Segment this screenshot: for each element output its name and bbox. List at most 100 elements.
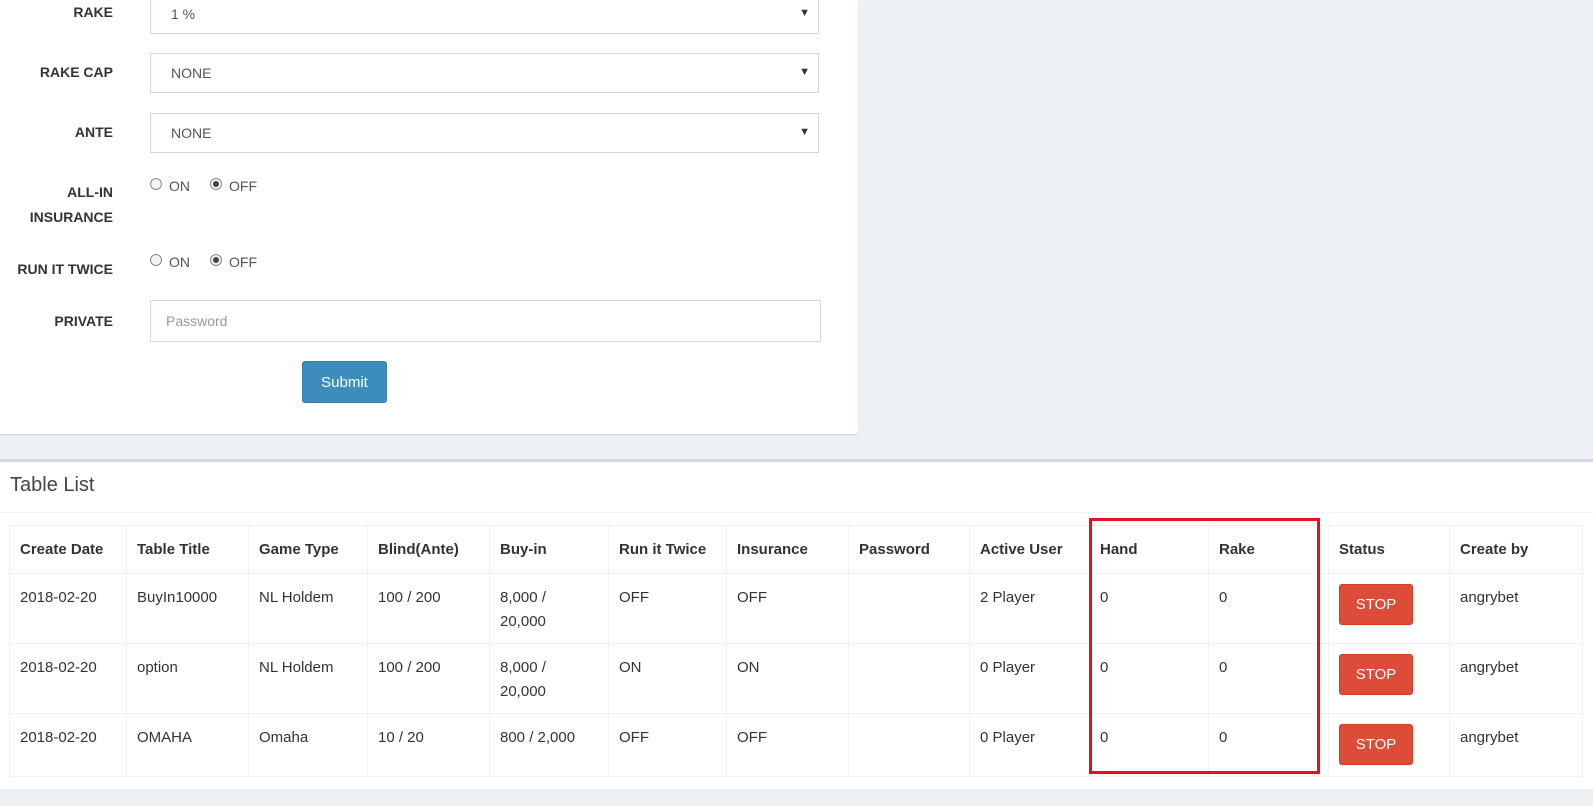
password-input[interactable] <box>150 300 821 342</box>
radio-unchecked-icon[interactable] <box>150 178 162 190</box>
cell-hand: 0 <box>1089 573 1209 644</box>
rake-select[interactable]: 1 % ▼ <box>150 0 819 34</box>
cell-hand: 0 <box>1089 713 1209 777</box>
cell-rake: 0 <box>1208 713 1329 777</box>
buyin-line1: 800 / 2,000 <box>500 729 576 746</box>
rake-select-value: 1 % <box>171 6 196 22</box>
chevron-down-icon: ▼ <box>799 7 810 19</box>
table-header-row: Create Date Table Title Game Type Blind(… <box>9 525 1583 574</box>
cell-blind: 100 / 200 <box>367 643 490 714</box>
cell-rake: 0 <box>1208 573 1329 644</box>
allin-insurance-off-label: OFF <box>229 178 257 194</box>
allin-insurance-radio-group: ON OFF <box>150 178 277 194</box>
radio-unchecked-icon[interactable] <box>150 254 162 266</box>
cell-status: STOP <box>1328 643 1450 714</box>
column-header: Run it Twice <box>608 525 727 574</box>
allin-insurance-off-radio[interactable]: OFF <box>210 178 257 194</box>
submit-button[interactable]: Submit <box>302 361 387 403</box>
cell-rake: 0 <box>1208 643 1329 714</box>
cell-buyin: 800 / 2,000 <box>489 713 609 777</box>
run-it-twice-radio-group: ON OFF <box>150 254 277 270</box>
buyin-line1: 8,000 / <box>500 589 546 606</box>
rake-cap-label: RAKE CAP <box>39 64 113 80</box>
cell-create-date: 2018-02-20 <box>9 713 127 777</box>
run-it-twice-label: RUN IT TWICE <box>17 261 113 277</box>
column-header: Active User <box>969 525 1090 574</box>
cell-status: STOP <box>1328 573 1450 644</box>
buyin-line2: 20,000 <box>500 613 546 630</box>
stop-button[interactable]: STOP <box>1339 584 1413 625</box>
allin-insurance-label-line2: INSURANCE <box>29 209 113 225</box>
table-list-panel: Table List Create Date Table Title Game … <box>0 459 1593 789</box>
cell-game-type: NL Holdem <box>248 643 368 714</box>
cell-table-title: OMAHA <box>126 713 249 777</box>
cell-active-user: 0 Player <box>969 643 1090 714</box>
ante-select[interactable]: NONE ▼ <box>150 113 819 153</box>
cell-buyin: 8,000 / 20,000 <box>489 643 609 714</box>
run-it-twice-on-label: ON <box>169 254 190 270</box>
cell-run-it-twice: ON <box>608 643 727 714</box>
cell-run-it-twice: OFF <box>608 713 727 777</box>
column-header: Buy-in <box>489 525 609 574</box>
rake-cap-select[interactable]: NONE ▼ <box>150 53 819 93</box>
cell-create-by: angrybet <box>1449 643 1583 714</box>
ante-select-value: NONE <box>171 125 212 141</box>
column-header: Password <box>848 525 970 574</box>
cell-buyin: 8,000 / 20,000 <box>489 573 609 644</box>
cell-status: STOP <box>1328 713 1450 777</box>
cell-table-title: BuyIn10000 <box>126 573 249 644</box>
cell-game-type: Omaha <box>248 713 368 777</box>
run-it-twice-off-radio[interactable]: OFF <box>210 254 257 270</box>
column-header: Table Title <box>126 525 249 574</box>
radio-checked-icon[interactable] <box>210 178 222 190</box>
table-row: 2018-02-20 OMAHA Omaha 10 / 20 800 / 2,0… <box>9 713 1583 777</box>
allin-insurance-on-radio[interactable]: ON <box>150 178 190 194</box>
cell-create-by: angrybet <box>1449 713 1583 777</box>
cell-active-user: 2 Player <box>969 573 1090 644</box>
rake-cap-select-value: NONE <box>171 65 212 81</box>
table-list: Create Date Table Title Game Type Blind(… <box>9 525 1583 777</box>
cell-game-type: NL Holdem <box>248 573 368 644</box>
column-header: Insurance <box>726 525 849 574</box>
allin-insurance-on-label: ON <box>169 178 190 194</box>
rake-label: RAKE <box>73 4 113 20</box>
table-settings-form: RAKE 1 % ▼ RAKE CAP NONE ▼ ANTE NONE ▼ A… <box>0 0 858 434</box>
stop-button[interactable]: STOP <box>1339 654 1413 695</box>
column-header: Create Date <box>9 525 127 574</box>
cell-insurance: OFF <box>726 713 849 777</box>
column-header: Rake <box>1208 525 1329 574</box>
cell-hand: 0 <box>1089 643 1209 714</box>
ante-label: ANTE <box>74 124 113 140</box>
column-header: Status <box>1328 525 1450 574</box>
cell-insurance: OFF <box>726 573 849 644</box>
cell-password <box>848 573 970 644</box>
radio-checked-icon[interactable] <box>210 254 222 266</box>
column-header: Game Type <box>248 525 368 574</box>
table-list-title: Table List <box>10 474 95 496</box>
cell-blind: 100 / 200 <box>367 573 490 644</box>
cell-run-it-twice: OFF <box>608 573 727 644</box>
run-it-twice-off-label: OFF <box>229 254 257 270</box>
buyin-line2: 20,000 <box>500 683 546 700</box>
column-header: Blind(Ante) <box>367 525 490 574</box>
private-label: PRIVATE <box>54 313 113 329</box>
run-it-twice-on-radio[interactable]: ON <box>150 254 190 270</box>
chevron-down-icon: ▼ <box>799 126 810 138</box>
cell-create-date: 2018-02-20 <box>9 643 127 714</box>
table-row: 2018-02-20 option NL Holdem 100 / 200 8,… <box>9 643 1583 714</box>
column-header: Create by <box>1449 525 1583 574</box>
cell-insurance: ON <box>726 643 849 714</box>
cell-create-date: 2018-02-20 <box>9 573 127 644</box>
buyin-line1: 8,000 / <box>500 659 546 676</box>
chevron-down-icon: ▼ <box>799 66 810 78</box>
allin-insurance-label-line1: ALL-IN <box>67 184 113 200</box>
allin-insurance-label: ALL-IN INSURANCE <box>30 180 113 230</box>
cell-password <box>848 643 970 714</box>
cell-password <box>848 713 970 777</box>
cell-create-by: angrybet <box>1449 573 1583 644</box>
column-header: Hand <box>1089 525 1209 574</box>
cell-active-user: 0 Player <box>969 713 1090 777</box>
table-row: 2018-02-20 BuyIn10000 NL Holdem 100 / 20… <box>9 573 1583 644</box>
stop-button[interactable]: STOP <box>1339 724 1413 765</box>
cell-blind: 10 / 20 <box>367 713 490 777</box>
